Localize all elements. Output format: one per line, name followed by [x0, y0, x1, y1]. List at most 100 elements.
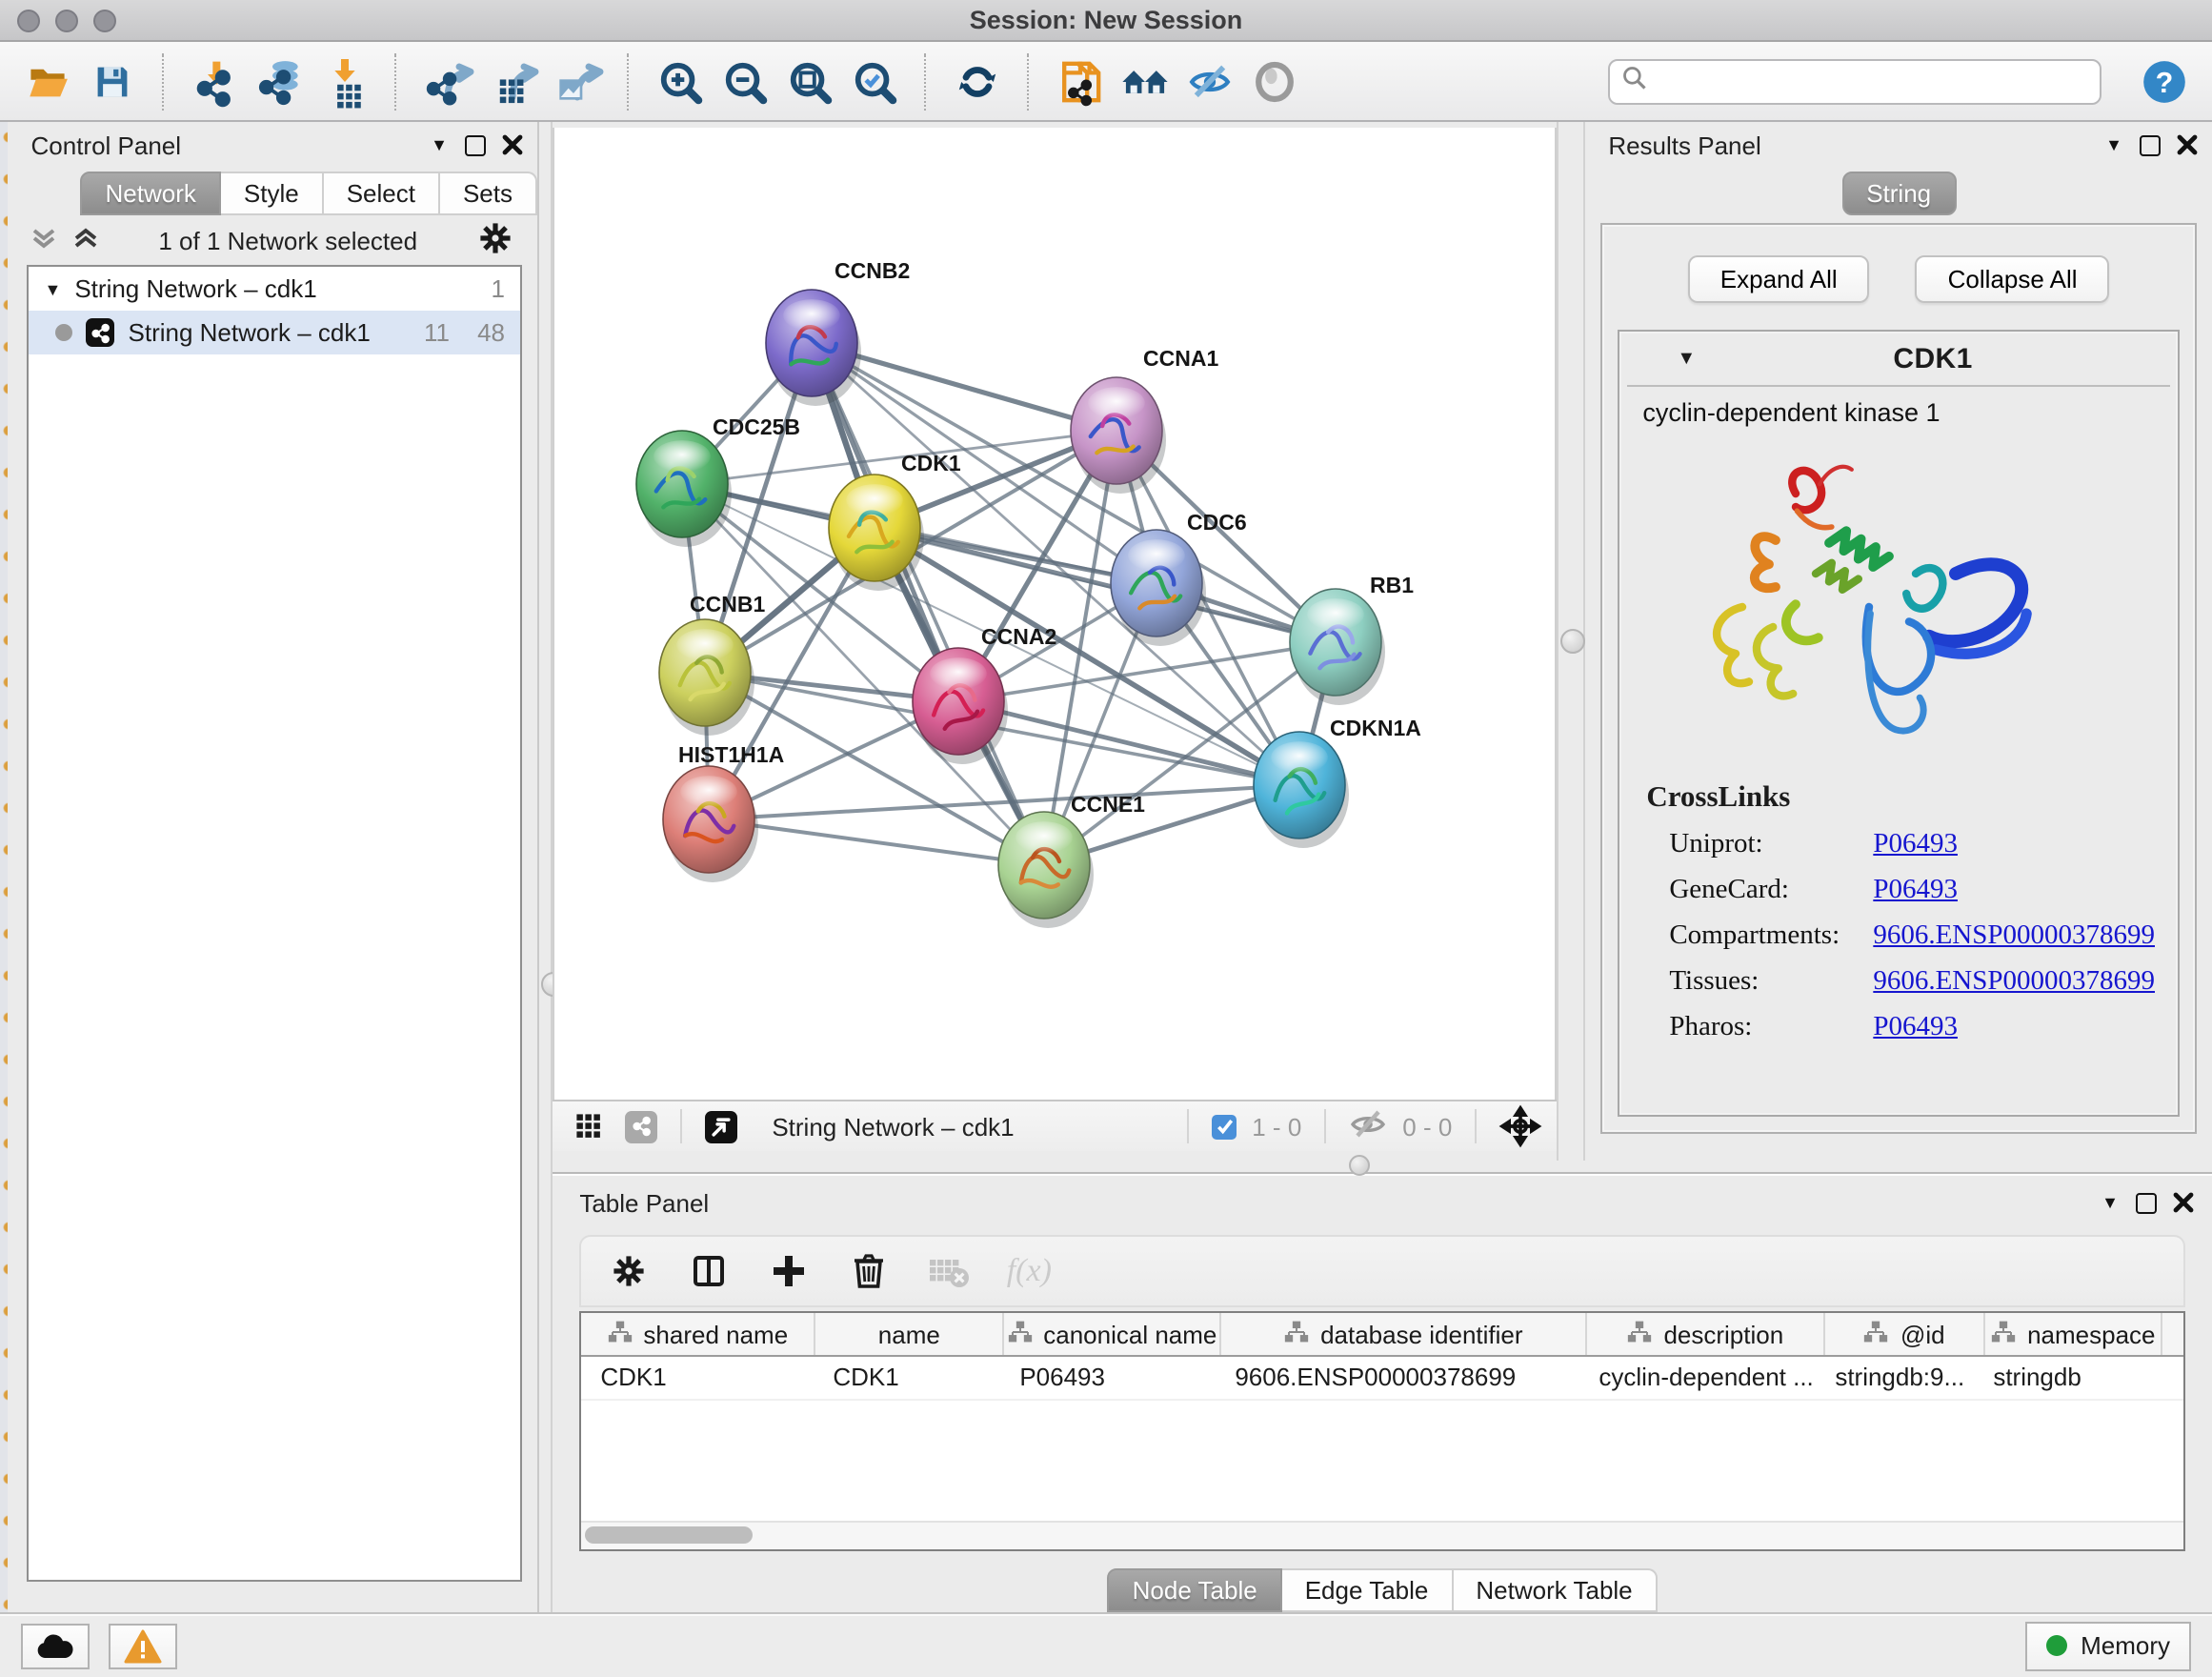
export-table-icon[interactable] [484, 52, 541, 110]
table-panel-title: Table Panel [579, 1188, 709, 1217]
right-splitter[interactable] [1557, 122, 1583, 1161]
columns-icon[interactable] [688, 1250, 730, 1292]
fx-icon: f(x) [1008, 1250, 1050, 1292]
tab-string[interactable]: String [1841, 172, 1956, 215]
node-label-CCNE1: CCNE1 [1071, 792, 1145, 817]
import-table-icon[interactable] [316, 52, 373, 110]
import-database-icon[interactable] [251, 52, 309, 110]
search-box[interactable] [1608, 58, 2101, 104]
add-icon[interactable] [768, 1250, 810, 1292]
table-cell[interactable]: stringdb:9... [1816, 1357, 1974, 1399]
expand-all-button[interactable]: Expand All [1688, 255, 1870, 303]
zoom-in-icon[interactable] [652, 52, 709, 110]
collapse-all-icon[interactable] [31, 226, 58, 254]
table-cell[interactable]: CDK1 [814, 1357, 1000, 1399]
right-splitter-handle[interactable] [1560, 629, 1585, 654]
open-folder-icon[interactable] [19, 52, 76, 110]
column-header-database-identifier[interactable]: database identifier [1221, 1313, 1587, 1355]
gear-icon[interactable] [608, 1250, 650, 1292]
import-network-icon[interactable] [187, 52, 244, 110]
scrollbar-thumb[interactable] [585, 1526, 753, 1544]
save-icon[interactable] [84, 52, 141, 110]
network-node-CDKN1A[interactable]: CDKN1A [1254, 716, 1421, 848]
panel-menu-caret-icon[interactable]: ▼ [2101, 1193, 2119, 1212]
panel-menu-caret-icon[interactable]: ▼ [2105, 135, 2122, 154]
tab-network[interactable]: Network [81, 172, 221, 215]
network-edge[interactable] [709, 819, 1044, 865]
crosslink-link[interactable]: P06493 [1873, 829, 1958, 861]
homes-icon[interactable] [1116, 52, 1174, 110]
table-cell[interactable]: 9606.ENSP00000378699 [1216, 1357, 1579, 1399]
table-cell[interactable]: CDK1 [581, 1357, 814, 1399]
collection-caret-icon[interactable]: ▼ [45, 279, 62, 298]
cloud-button[interactable] [21, 1623, 90, 1668]
column-header-description[interactable]: description [1587, 1313, 1825, 1355]
column-header-namespace[interactable]: namespace [1985, 1313, 2162, 1355]
refresh-icon[interactable] [949, 52, 1006, 110]
search-input[interactable] [1658, 66, 2088, 96]
export-image-icon[interactable] [549, 52, 606, 110]
panel-menu-caret-icon[interactable]: ▼ [431, 135, 448, 154]
network-options-gear-icon[interactable] [476, 218, 514, 262]
zoom-fit-icon[interactable] [781, 52, 838, 110]
show-icon[interactable] [1246, 52, 1303, 110]
tab-edge-table[interactable]: Edge Table [1282, 1568, 1454, 1612]
warning-button[interactable] [109, 1623, 177, 1668]
table-splitter[interactable] [553, 1161, 2212, 1172]
help-icon[interactable]: ? [2136, 52, 2193, 110]
network-canvas[interactable]: CCNB2CCNA1CDC25BCDK1CDC6RB1CCNB1CCNA2CDK… [553, 128, 1557, 1100]
zoom-selected-icon[interactable] [846, 52, 903, 110]
float-panel-icon[interactable] [465, 134, 486, 155]
tab-network-table[interactable]: Network Table [1453, 1568, 1657, 1612]
network-node-RB1[interactable]: RB1 [1290, 573, 1414, 705]
memory-button[interactable]: Memory [2025, 1621, 2191, 1670]
close-panel-icon[interactable] [2178, 135, 2197, 154]
column-header-canonical-name[interactable]: canonical name [1004, 1313, 1221, 1355]
birdseye-view-icon[interactable] [705, 1110, 737, 1142]
table-cell[interactable]: cyclin-dependent ... [1579, 1357, 1816, 1399]
export-network-icon[interactable] [419, 52, 476, 110]
gene-card-header[interactable]: ▼ CDK1 [1619, 332, 2178, 385]
tab-select[interactable]: Select [324, 172, 440, 215]
gene-collapse-caret-icon[interactable]: ▼ [1677, 348, 1696, 369]
shared-column-icon [1991, 1320, 2016, 1348]
network-node-CCNB2[interactable]: CCNB2 [766, 258, 910, 406]
crosslink-link[interactable]: P06493 [1873, 875, 1958, 907]
collapse-all-button[interactable]: Collapse All [1916, 255, 2110, 303]
expand-all-icon[interactable] [73, 226, 100, 254]
horizontal-scrollbar[interactable] [581, 1521, 2183, 1549]
selected-checkbox-icon[interactable] [1212, 1114, 1237, 1139]
column-header-name[interactable]: name [815, 1313, 1004, 1355]
network-node-CDC25B[interactable]: CDC25B [636, 414, 800, 547]
table-cell[interactable]: stringdb [1974, 1357, 2149, 1399]
column-header-shared-name[interactable]: shared name [581, 1313, 815, 1355]
network-row[interactable]: String Network – cdk1 11 48 [30, 311, 521, 354]
crosslink-link[interactable]: P06493 [1873, 1012, 1958, 1044]
column-header--id[interactable]: @id [1825, 1313, 1985, 1355]
close-panel-icon[interactable] [503, 135, 522, 154]
network-node-HIST1H1A[interactable]: HIST1H1A [663, 742, 784, 882]
table-cell[interactable]: P06493 [1000, 1357, 1216, 1399]
trash-icon[interactable] [848, 1250, 890, 1292]
network-node-CCNA1[interactable]: CCNA1 [1071, 346, 1218, 494]
network-collection-row[interactable]: ▼ String Network – cdk1 1 [30, 267, 521, 311]
crosslink-link[interactable]: 9606.ENSP00000378699 [1873, 920, 2155, 953]
node-label-CCNA1: CCNA1 [1143, 346, 1218, 371]
close-panel-icon[interactable] [2174, 1193, 2193, 1212]
network-node-CCNB1[interactable]: CCNB1 [659, 592, 765, 736]
tab-sets[interactable]: Sets [440, 172, 537, 215]
tab-node-table[interactable]: Node Table [1108, 1568, 1282, 1612]
float-panel-icon[interactable] [2140, 134, 2161, 155]
table-row[interactable]: CDK1CDK1P064939606.ENSP00000378699cyclin… [581, 1357, 2183, 1401]
left-splitter[interactable] [539, 122, 553, 1612]
doc-share-icon[interactable] [1052, 52, 1109, 110]
network-overview-icon[interactable] [625, 1110, 657, 1142]
crosslink-link[interactable]: 9606.ENSP00000378699 [1873, 966, 2155, 999]
hide-icon[interactable] [1181, 52, 1238, 110]
float-panel-icon[interactable] [2136, 1192, 2157, 1213]
grid-view-icon[interactable] [568, 1105, 610, 1147]
hidden-eye-slash-icon[interactable] [1349, 1108, 1387, 1144]
zoom-out-icon[interactable] [716, 52, 774, 110]
move-crosshair-icon[interactable] [1499, 1105, 1541, 1147]
tab-style[interactable]: Style [221, 172, 324, 215]
